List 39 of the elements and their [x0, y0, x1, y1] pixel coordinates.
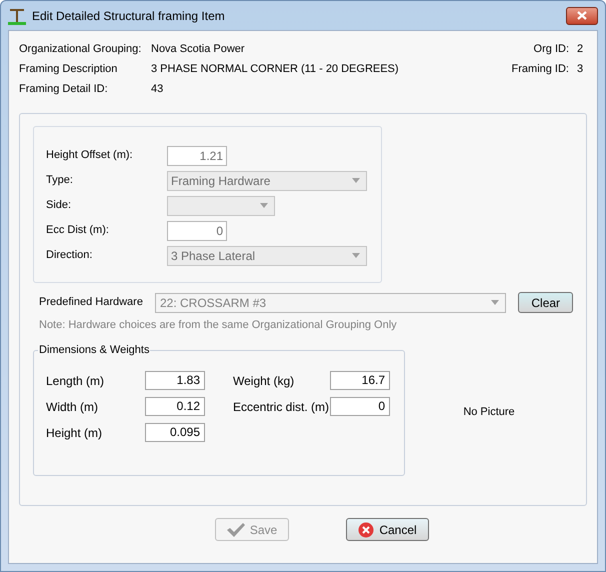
field-label: Framing ID:: [512, 62, 569, 77]
field-label: Ecc Dist (m):: [46, 223, 110, 238]
no-picture-text: No Picture: [463, 405, 515, 420]
checkmark-icon: [226, 522, 245, 536]
field-value: 2: [577, 42, 584, 57]
field-label: Predefined Hardware: [39, 295, 144, 310]
input-field[interactable]: 0.12: [145, 397, 205, 416]
note-text: Note: Hardware choices are from the same Organizational Grouping Only: [39, 318, 398, 333]
field-label: Eccentric dist. (m): [233, 398, 330, 416]
window-title: Edit Detailed Structural framing Item: [32, 8, 225, 24]
cancel-icon: [358, 522, 374, 538]
field-value: Nova Scotia Power: [151, 42, 245, 57]
dropdown-arrow-icon: [352, 253, 360, 258]
cancel-button[interactable]: Cancel: [346, 518, 429, 541]
dropdown-arrow-icon: [491, 300, 500, 305]
dropdown-arrow-icon: [260, 203, 268, 208]
dropdown-arrow-icon: [352, 178, 360, 183]
input-field[interactable]: 1.83: [145, 371, 205, 390]
field-label: Length (m): [46, 372, 106, 390]
field-value: 3: [577, 62, 584, 77]
field-label: Type:: [46, 173, 74, 188]
field-label: Direction:: [46, 248, 94, 264]
utility-pole-icon: [8, 6, 26, 24]
field-value: 43: [151, 82, 164, 97]
field-label: Height (m): [46, 424, 104, 442]
close-icon: [577, 11, 587, 20]
close-button[interactable]: [566, 6, 598, 24]
field-label: Org ID:: [534, 42, 569, 57]
input-field[interactable]: 0: [330, 397, 390, 416]
field-value: 3 PHASE NORMAL CORNER (11 - 20 DEGREES): [151, 62, 399, 77]
input-field[interactable]: 0.095: [145, 423, 205, 442]
field-label: Weight (kg): [233, 372, 296, 390]
field-label: Organizational Grouping:: [19, 42, 142, 57]
input-field[interactable]: 16.7: [330, 371, 390, 390]
field-label: Framing Description: [19, 62, 118, 77]
field-label: Framing Detail ID:: [19, 82, 109, 97]
field-label: Height Offset (m):: [46, 148, 134, 164]
field-label: Width (m): [46, 398, 99, 416]
field-label: Side:: [46, 198, 72, 214]
